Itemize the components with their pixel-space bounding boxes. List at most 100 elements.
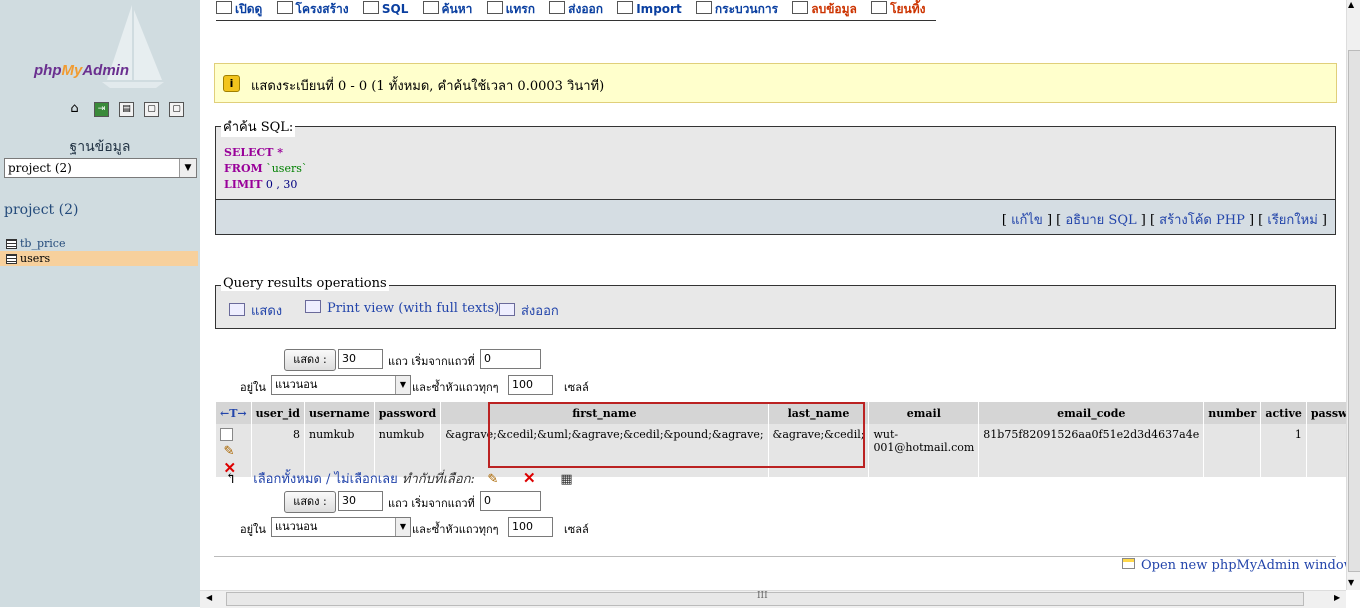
print-full-label: Print view (with full texts) — [327, 301, 500, 316]
open-new-window-link[interactable]: Open new phpMyAdmin window — [1122, 558, 1355, 573]
tab-import[interactable]: Import — [617, 1, 682, 16]
start-row-input[interactable]: 0 — [480, 349, 541, 369]
display-mode-select[interactable]: แนวนอน ▼ — [271, 375, 411, 395]
tab-browse[interactable]: เปิดดู — [216, 0, 262, 19]
table-icon — [6, 254, 17, 264]
sql-legend: คำค้น SQL: — [221, 116, 296, 137]
sql-keyword: LIMIT — [224, 178, 263, 191]
repeat-headers-input-bottom[interactable]: 100 — [508, 517, 553, 537]
check-all-row: ↰ เลือกทั้งหมด / ไม่เลือกเลย ทำกับที่เลื… — [225, 468, 573, 489]
sidebar-table-tb-price[interactable]: tb_price — [0, 236, 198, 251]
exit-icon[interactable]: ⇥ — [94, 102, 109, 117]
column-header-password[interactable]: password — [374, 402, 442, 424]
sql-keyword: FROM — [224, 162, 263, 175]
rows-input-bottom[interactable]: 30 — [338, 491, 383, 511]
sidebar-table-label: users — [20, 252, 51, 265]
tab-label: ลบข้อมูล — [811, 2, 857, 16]
sql-keyword: SELECT — [224, 146, 274, 159]
search-icon — [422, 1, 439, 14]
export-results-link[interactable]: ส่งออก — [499, 300, 559, 321]
horizontal-scroll-thumb[interactable]: III — [226, 591, 1304, 606]
print-label: แสดง — [251, 304, 283, 319]
column-header-user-id[interactable]: user_id — [251, 402, 305, 424]
delete-selected-x-icon[interactable]: ✕ — [523, 469, 536, 487]
row-checkbox[interactable] — [220, 428, 233, 441]
refresh-link[interactable]: เรียกใหม่ — [1267, 213, 1317, 228]
chevron-down-icon[interactable]: ▼ — [179, 159, 196, 177]
repeat-headers-input[interactable]: 100 — [508, 375, 553, 395]
database-select[interactable]: project (2) ▼ — [4, 158, 197, 178]
tab-drop[interactable]: โยนทิ้ง — [871, 0, 926, 19]
chevron-down-icon[interactable]: ▼ — [395, 518, 410, 536]
home-icon[interactable]: ⌂ — [68, 102, 81, 115]
scroll-right-arrow-icon[interactable]: ▶ — [1334, 593, 1340, 602]
cell-email-code: 81b75f82091526aa0f51e2d3d4637a4e — [978, 424, 1205, 477]
print-view-full-link[interactable]: Print view (with full texts) — [305, 300, 499, 316]
check-all-link[interactable]: เลือกทั้งหมด — [253, 472, 322, 487]
email-line: wut- — [873, 428, 899, 441]
query-window-icon[interactable]: ▢ — [144, 102, 159, 117]
column-header-email-code[interactable]: email_code — [978, 402, 1205, 424]
show-button[interactable]: แสดง : — [284, 349, 336, 371]
tab-empty[interactable]: ลบข้อมูล — [792, 0, 857, 19]
explain-sql-link[interactable]: อธิบาย SQL — [1065, 213, 1136, 228]
cells-label: เซลล์ — [564, 381, 589, 394]
database-label: ฐานข้อมูล — [69, 139, 131, 155]
logo-php: php — [34, 62, 62, 79]
export-selected-icon[interactable]: ▦ — [560, 472, 572, 487]
column-arrows[interactable]: ←T→ — [216, 402, 252, 424]
query-results-legend: Query results operations — [221, 276, 389, 291]
display-mode-select-bottom[interactable]: แนวนอน ▼ — [271, 517, 411, 537]
column-header-username[interactable]: username — [304, 402, 375, 424]
phpmyadmin-logo[interactable]: phpMyAdmin — [34, 62, 129, 79]
documentation-icon[interactable]: ▢ — [169, 102, 184, 117]
sql-icon — [362, 1, 379, 14]
open-new-window-label: Open new phpMyAdmin window — [1141, 558, 1355, 573]
tab-search[interactable]: ค้นหา — [422, 0, 472, 19]
rows-label-bottom: แถว เริ่มจากแถวที่ — [388, 497, 475, 510]
notice-text: แสดงระเบียนที่ 0 - 0 (1 ทั้งหมด, คำค้นใช… — [251, 79, 605, 94]
create-php-code-link[interactable]: สร้างโค้ด PHP — [1159, 213, 1245, 228]
email-line: 001@hotmail.com — [873, 441, 975, 454]
tab-label: โครงสร้าง — [295, 2, 349, 16]
info-icon: i — [223, 75, 240, 92]
column-header-number[interactable]: number — [1203, 402, 1262, 424]
tab-label: กระบวนการ — [714, 2, 779, 16]
edit-pencil-icon[interactable]: ✎ — [224, 444, 235, 459]
vertical-scroll-thumb[interactable] — [1348, 50, 1360, 572]
sidebar-table-users[interactable]: users — [0, 251, 198, 266]
sql-icon[interactable]: ▤ — [119, 102, 134, 117]
scroll-down-arrow-icon[interactable]: ▼ — [1348, 578, 1354, 587]
sql-limit-values: 0 , 30 — [262, 178, 298, 191]
sidebar-table-label: tb_price — [20, 237, 66, 250]
tab-sql[interactable]: SQL — [362, 1, 408, 16]
export-icon — [549, 1, 566, 14]
edit-sql-link[interactable]: แก้ไข — [1011, 213, 1043, 228]
show-button-bottom[interactable]: แสดง : — [284, 491, 336, 513]
tab-insert[interactable]: แทรก — [486, 0, 535, 19]
scroll-up-arrow-icon[interactable]: ▲ — [1348, 0, 1354, 9]
tab-operations[interactable]: กระบวนการ — [695, 0, 779, 19]
highlight-annotation-box — [488, 402, 865, 468]
print-icon — [229, 303, 245, 316]
edit-selected-pencil-icon[interactable]: ✎ — [487, 472, 498, 487]
tab-label: Import — [636, 2, 682, 16]
rows-input[interactable]: 30 — [338, 349, 383, 369]
column-header-active[interactable]: active — [1260, 402, 1307, 424]
cell-email: wut- 001@hotmail.com — [868, 424, 980, 477]
database-name-link[interactable]: project (2) — [4, 202, 78, 218]
tab-label: โยนทิ้ง — [890, 2, 926, 16]
browse-icon — [216, 1, 232, 14]
insert-icon — [486, 1, 503, 14]
chevron-down-icon[interactable]: ▼ — [395, 376, 410, 394]
mode-label: อยู่ใน — [240, 381, 266, 394]
uncheck-all-link[interactable]: ไม่เลือกเลย — [335, 472, 398, 487]
start-row-input-bottom[interactable]: 0 — [480, 491, 541, 511]
scroll-left-arrow-icon[interactable]: ◀ — [206, 593, 212, 602]
drop-icon — [871, 1, 888, 14]
tab-export[interactable]: ส่งออก — [549, 0, 603, 19]
tab-structure[interactable]: โครงสร้าง — [276, 0, 349, 19]
column-header-email[interactable]: email — [868, 402, 980, 424]
print-view-link[interactable]: แสดง — [229, 300, 282, 321]
mode-label-bottom: อยู่ใน — [240, 523, 266, 536]
